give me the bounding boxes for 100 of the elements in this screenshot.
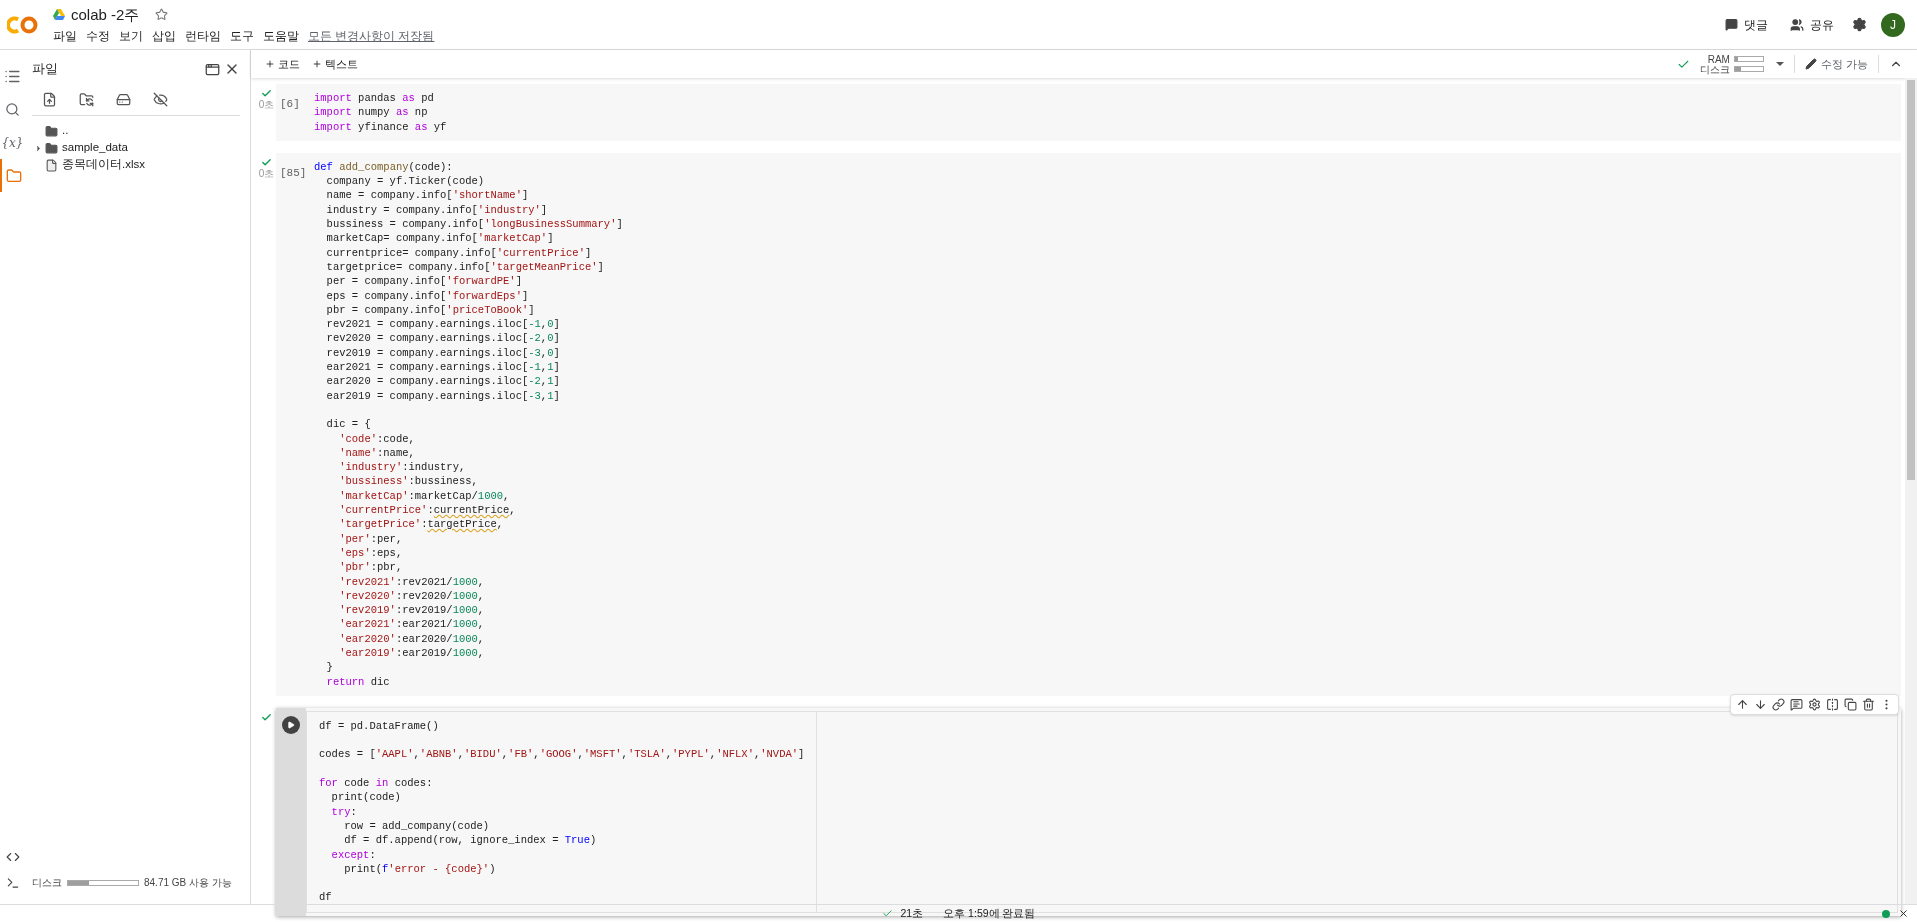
run-time: 0초 xyxy=(258,167,275,179)
code-line: df xyxy=(319,890,332,905)
code-snippets-icon[interactable] xyxy=(5,850,20,864)
list-icon[interactable] xyxy=(4,68,21,85)
code-line: marketCap= company.info['marketCap'] xyxy=(325,231,554,246)
code-line: 'bussiness':bussiness, xyxy=(338,474,478,489)
play-icon xyxy=(287,720,295,729)
menu-item[interactable]: 도구 xyxy=(230,28,254,46)
file-tree-item[interactable]: 종목데이터.xlsx xyxy=(32,158,240,172)
add-cell-button[interactable]: 코드 xyxy=(259,55,306,73)
code-line: try: xyxy=(330,804,357,819)
meter-label: RAM xyxy=(1706,54,1730,64)
link-icon[interactable] xyxy=(1772,697,1785,711)
code-line: return dic xyxy=(325,674,390,689)
menu-item[interactable]: 런타임 xyxy=(185,28,221,46)
plus-icon xyxy=(312,59,322,69)
code-line: industry = company.info['industry'] xyxy=(325,202,548,218)
drive-icon xyxy=(53,9,65,21)
window-icon[interactable] xyxy=(205,61,220,77)
code-line: import yfinance as yf xyxy=(314,119,447,134)
logo-icon[interactable] xyxy=(7,14,39,35)
drive-folder-icon[interactable] xyxy=(116,92,131,107)
code-line: df = pd.DataFrame() xyxy=(319,718,439,734)
move-down-icon[interactable] xyxy=(1754,697,1767,711)
disk-free: 84.71 GB 사용 가능 xyxy=(144,876,232,890)
menu-item[interactable]: 파일 xyxy=(53,28,77,46)
code-line: ear2019 = company.earnings.iloc[-3,1] xyxy=(325,388,560,403)
code-line: 'marketCap':marketCap/1000, xyxy=(338,488,510,503)
delete-icon[interactable] xyxy=(1862,697,1875,711)
code-line: 'code':code, xyxy=(338,431,415,446)
file-tree-item[interactable]: sample_data xyxy=(32,141,240,155)
star-icon[interactable] xyxy=(155,8,169,22)
file-tree-item[interactable]: .. xyxy=(32,124,240,138)
add-cell-button[interactable]: 텍스트 xyxy=(306,55,364,73)
code-line: import numpy as np xyxy=(314,105,428,120)
code-line: 'industry':industry, xyxy=(338,460,466,475)
code-line: ear2021 = company.earnings.iloc[-1,1] xyxy=(325,360,560,375)
move-up-icon[interactable] xyxy=(1736,697,1749,711)
code-line: 'rev2020':rev2020/1000, xyxy=(338,588,485,604)
code-line: eps = company.info['forwardEps'] xyxy=(325,288,529,303)
comment-icon[interactable] xyxy=(1790,697,1803,711)
terminal-icon[interactable] xyxy=(5,876,20,890)
settings-icon[interactable] xyxy=(1808,697,1821,711)
eye-off-icon[interactable] xyxy=(153,92,168,107)
avatar[interactable]: J xyxy=(1881,12,1905,37)
execution-count: [85] xyxy=(280,166,307,179)
code-cell[interactable] xyxy=(276,152,1901,696)
code-line: def add_company(code): xyxy=(314,159,453,175)
code-line: 'name':name, xyxy=(338,445,415,461)
code-line: ear2020 = company.earnings.iloc[-2,1] xyxy=(325,374,560,389)
edit-mode-button[interactable]: 수정 가능 xyxy=(1804,55,1868,73)
close-icon[interactable] xyxy=(1898,908,1909,919)
menu-item[interactable]: 수정 xyxy=(86,28,110,46)
code-line: print(code) xyxy=(330,790,401,805)
code-line: rev2019 = company.earnings.iloc[-3,0] xyxy=(325,345,560,361)
code-line: print(f'error - {code}') xyxy=(343,861,496,877)
settings-icon[interactable] xyxy=(1852,17,1867,32)
run-duration: 21초 xyxy=(900,905,924,921)
code-line: df = df.append(row, ignore_index = True) xyxy=(343,833,597,848)
copy-icon[interactable] xyxy=(1844,697,1857,711)
pencil-icon xyxy=(1804,58,1817,70)
menu-item[interactable]: 보기 xyxy=(119,28,143,46)
code-line: import pandas as pd xyxy=(314,91,434,106)
comment-button[interactable]: 댓글 xyxy=(1721,15,1772,34)
mirror-icon[interactable] xyxy=(1826,697,1839,711)
menu-item[interactable]: 삽입 xyxy=(152,28,176,46)
code-line: except: xyxy=(330,847,376,862)
code-line: 'ear2020':ear2020/1000, xyxy=(338,631,485,646)
disk-label: 디스크 xyxy=(32,876,62,890)
dropdown-caret-icon[interactable] xyxy=(1775,62,1784,66)
code-line: for code in codes: xyxy=(319,776,433,791)
caret-icon[interactable] xyxy=(34,143,43,153)
file-icon xyxy=(45,158,58,172)
code-line: 'ear2019':ear2019/1000, xyxy=(338,646,485,661)
code-line: 'currentPrice':currentPrice, xyxy=(338,503,516,518)
resources-button[interactable]: RAM 디스크 xyxy=(1695,54,1764,74)
folder-icon[interactable] xyxy=(5,167,22,184)
upload-file-icon[interactable] xyxy=(42,92,57,107)
run-button[interactable] xyxy=(282,715,300,734)
share-button[interactable]: 공유 xyxy=(1786,15,1838,34)
code-line: currentprice= company.info['currentPrice'] xyxy=(325,245,592,260)
scrollbar-thumb[interactable] xyxy=(1907,80,1915,480)
code-line: 'targetPrice':targetPrice, xyxy=(338,517,504,532)
variables-icon[interactable]: {x} xyxy=(1,133,24,152)
panel-title: 파일 xyxy=(32,60,58,79)
code-line: codes = ['AAPL','ABNB','BIDU','FB','GOOG','MSFT','TSLA','PYPL','NFLX','NVDA'] xyxy=(319,747,805,762)
code-line: pbr = company.info['priceToBook'] xyxy=(325,302,535,318)
folder-icon xyxy=(45,141,58,155)
code-line: rev2020 = company.earnings.iloc[-2,0] xyxy=(325,331,560,346)
status-message: 오후 1:59에 완료됨 xyxy=(943,905,1036,921)
refresh-folder-icon[interactable] xyxy=(79,92,94,107)
menu-item[interactable]: 도움말 xyxy=(263,28,299,46)
notebook-title[interactable]: colab -2주 xyxy=(71,3,140,27)
code-line: per = company.info['forwardPE'] xyxy=(325,274,522,289)
code-line: 'pbr':pbr, xyxy=(338,560,403,575)
code-cell[interactable]: [6] import pandas as pd import numpy as np import yfinance as yf xyxy=(276,84,1901,141)
search-icon[interactable] xyxy=(5,102,20,117)
save-status-link[interactable]: 모든 변경사항이 저장됨 xyxy=(308,28,435,46)
meter-label: 디스크 xyxy=(1698,64,1730,74)
comment-icon xyxy=(1725,18,1738,31)
